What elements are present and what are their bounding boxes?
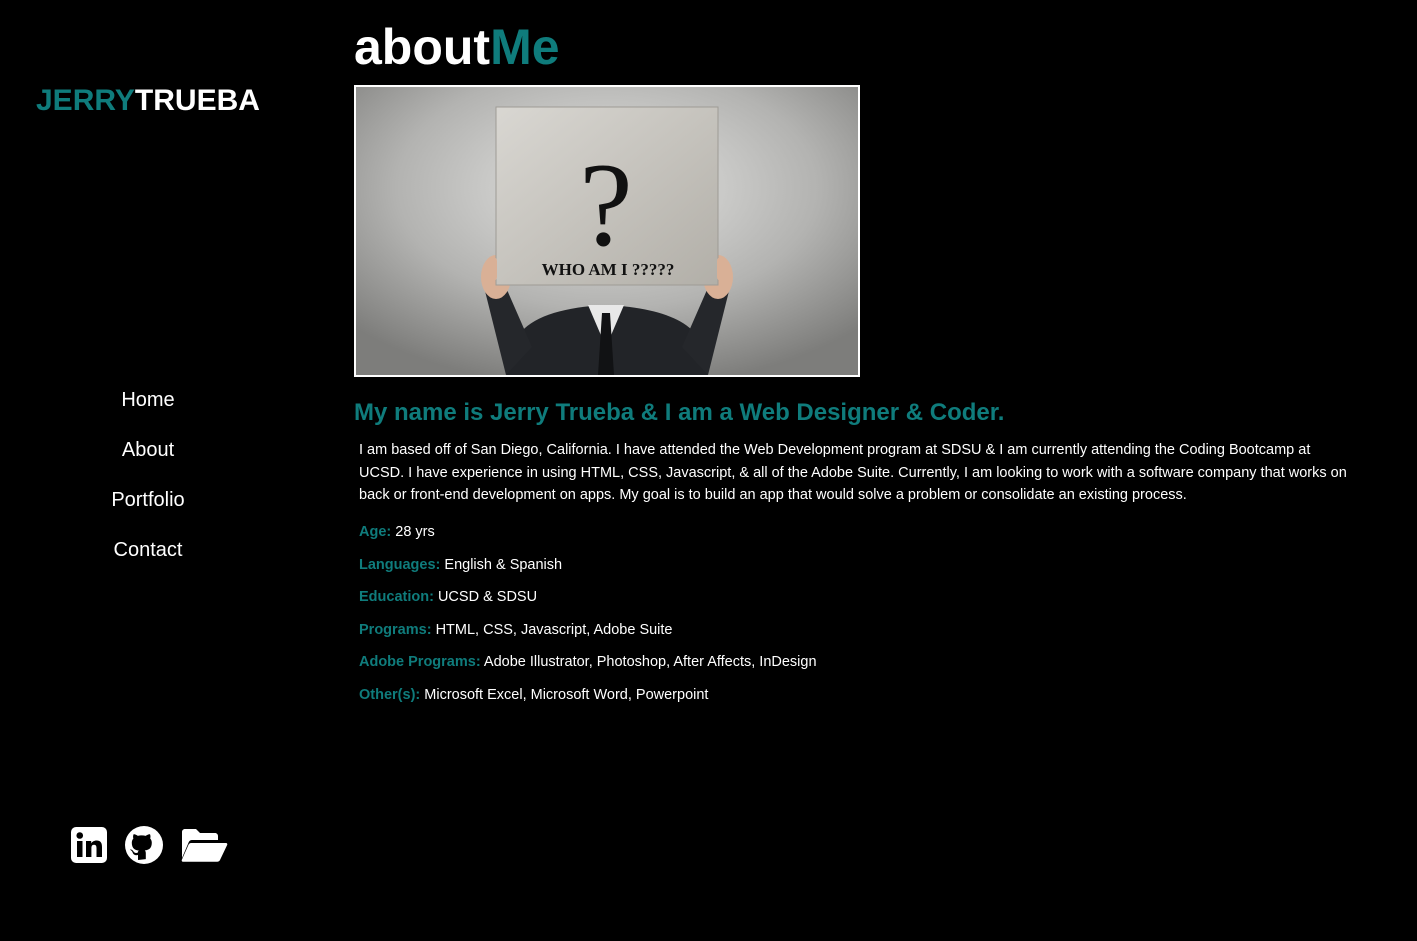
- page-title-part-2: Me: [490, 19, 560, 75]
- about-bio: I am based off of San Diego, California.…: [359, 442, 1347, 503]
- sidebar-nav: Home About Portfolio Contact: [48, 384, 248, 584]
- page-title: aboutMe: [354, 18, 560, 76]
- logo-first-name: JERRY: [36, 84, 135, 117]
- fact-label: Languages:: [359, 556, 441, 573]
- fact-value: HTML, CSS, Javascript, Adobe Suite: [435, 621, 673, 638]
- fact-value: Adobe Illustrator, Photoshop, After Affe…: [483, 654, 817, 671]
- linkedin-icon[interactable]: [70, 826, 108, 869]
- page: JERRYTRUEBA Home About Portfolio Contact: [0, 0, 1417, 941]
- about-headline: My name is Jerry Trueba & I am a Web Des…: [354, 399, 1005, 426]
- sign-text: WHO AM I ?????: [542, 260, 675, 279]
- nav-home-link[interactable]: Home: [48, 384, 248, 434]
- sign-question-mark: ?: [579, 138, 632, 271]
- fact-languages: Languages: English & Spanish: [359, 554, 1259, 587]
- fact-label: Programs:: [359, 621, 432, 638]
- fact-education: Education: UCSD & SDSU: [359, 586, 1259, 619]
- fact-age: Age: 28 yrs: [359, 521, 1259, 554]
- logo-last-name: TRUEBA: [134, 84, 260, 117]
- fact-value: 28 yrs: [395, 524, 435, 540]
- fact-value: UCSD & SDSU: [437, 589, 538, 606]
- fact-label: Education:: [359, 589, 434, 606]
- social-links: [70, 825, 228, 870]
- site-logo[interactable]: JERRYTRUEBA: [36, 84, 260, 118]
- fact-adobe-programs: Adobe Programs: Adobe Illustrator, Photo…: [359, 651, 1259, 684]
- fact-others: Other(s): Microsoft Excel, Microsoft Wor…: [359, 684, 1259, 717]
- fact-value: English & Spanish: [444, 556, 563, 573]
- nav-portfolio-link[interactable]: Portfolio: [48, 484, 248, 534]
- nav-contact-link[interactable]: Contact: [48, 534, 248, 584]
- fact-programs: Programs: HTML, CSS, Javascript, Adobe S…: [359, 619, 1259, 652]
- page-title-part-1: about: [354, 19, 491, 75]
- fact-label: Other(s):: [359, 686, 421, 703]
- about-facts: Age: 28 yrs Languages: English & Spanish…: [359, 521, 1259, 717]
- fact-label: Adobe Programs:: [359, 654, 481, 671]
- about-hero-image: ? WHO AM I ?????: [354, 85, 860, 377]
- fact-value: Microsoft Excel, Microsoft Word, Powerpo…: [424, 686, 709, 703]
- fact-label: Age:: [359, 524, 392, 540]
- folder-open-icon[interactable]: [180, 826, 228, 869]
- nav-about-link[interactable]: About: [48, 434, 248, 484]
- man-holding-sign-illustration: ? WHO AM I ?????: [356, 87, 858, 375]
- github-icon[interactable]: [124, 825, 164, 870]
